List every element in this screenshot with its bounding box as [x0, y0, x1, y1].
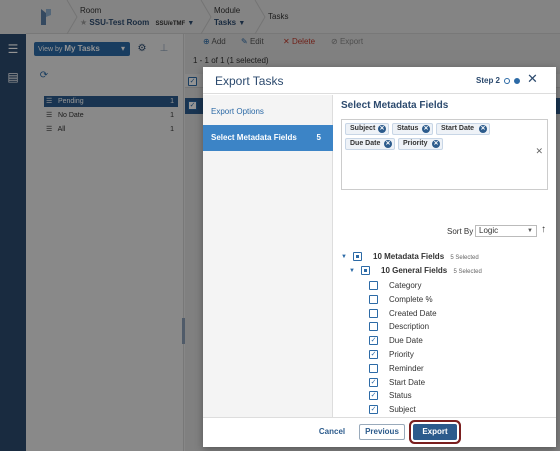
export-button[interactable]: Export [413, 424, 457, 440]
field-checkbox[interactable]: ✓ [369, 336, 378, 346]
field-label: Priority [389, 350, 414, 359]
clear-all-icon[interactable]: ✕ [535, 146, 543, 157]
field-label: Subject [389, 405, 416, 415]
tree-group-count: 5 Selected [453, 269, 482, 275]
field-checkbox[interactable]: ✓ [369, 391, 378, 401]
dialog-title: Export Tasks [215, 74, 284, 88]
selected-fields-box[interactable]: Subject ✕ Status ✕ Start Date ✕ Due Date… [341, 119, 548, 190]
previous-button[interactable]: Previous [359, 424, 405, 440]
sort-by-value: Logic [479, 226, 499, 235]
field-label: Reminder [389, 363, 424, 373]
field-checkbox[interactable] [369, 322, 378, 332]
section-title: Select Metadata Fields [341, 100, 449, 111]
remove-chip-icon[interactable]: ✕ [479, 125, 487, 133]
dialog-header: Export Tasks Step 2 ✕ [203, 67, 556, 94]
chip-label: Subject [350, 125, 376, 132]
field-label: Complete % [389, 294, 433, 304]
collapse-caret-icon[interactable]: ▼ [349, 267, 357, 275]
tree-root-label: 10 Metadata Fields [373, 252, 445, 261]
sort-by-select[interactable]: Logic ▼ [475, 225, 537, 237]
field-row[interactable]: ✓ Due Date [369, 335, 509, 347]
chip-start-date: Start Date ✕ [436, 123, 490, 135]
step-1-dot [504, 78, 510, 84]
field-checkbox[interactable]: ✓ [369, 350, 378, 359]
field-checkbox[interactable]: ✓ [369, 405, 378, 415]
tree-group-label: 10 General Fields [381, 266, 448, 275]
sort-direction-icon[interactable]: ↑ [541, 224, 546, 235]
tree-root-count: 5 Selected [450, 255, 479, 261]
field-label: Status [389, 391, 412, 401]
nav-label: Export Options [211, 107, 264, 116]
tree-group: 10 General Fields 5 Selected [381, 266, 482, 275]
chip-label: Status [397, 125, 419, 132]
dialog-body: Select Metadata Fields Subject ✕ Status … [333, 95, 556, 417]
nav-export-options[interactable]: Export Options [203, 99, 333, 125]
root-partial-checkbox[interactable] [353, 252, 362, 261]
field-checkbox[interactable] [369, 308, 378, 318]
remove-chip-icon[interactable]: ✕ [384, 140, 392, 148]
field-label: Category [389, 281, 422, 290]
field-row[interactable]: Created Date [369, 308, 509, 320]
field-label: Due Date [389, 336, 423, 346]
chip-subject: Subject ✕ [345, 123, 389, 135]
step-2-dot [514, 78, 520, 84]
field-checkbox[interactable] [369, 281, 378, 290]
sort-by-label: Sort By [447, 227, 474, 236]
field-row[interactable]: ✓ Priority [369, 349, 509, 361]
wizard-nav: Export Options Select Metadata Fields 5 [203, 95, 333, 417]
tree-root: 10 Metadata Fields 5 Selected [373, 252, 479, 261]
collapse-caret-icon[interactable]: ▼ [341, 253, 349, 261]
chip-status: Status ✕ [392, 123, 433, 135]
chip-label: Priority [403, 140, 428, 147]
nav-label: Select Metadata Fields [211, 133, 297, 142]
field-row[interactable]: Reminder [369, 363, 509, 375]
nav-count: 5 [316, 133, 321, 142]
field-label: Description [389, 322, 430, 332]
field-label: Start Date [389, 377, 426, 387]
chip-label: Start Date [441, 125, 475, 132]
remove-chip-icon[interactable]: ✕ [422, 125, 430, 133]
field-checkbox[interactable] [369, 294, 378, 304]
field-checkbox[interactable] [369, 363, 378, 373]
chip-label: Due Date [350, 140, 381, 147]
field-checkbox[interactable]: ✓ [369, 377, 378, 387]
remove-chip-icon[interactable]: ✕ [378, 125, 386, 133]
chip-due-date: Due Date ✕ [345, 138, 395, 150]
field-row[interactable]: ✓ Start Date [369, 377, 509, 389]
nav-select-metadata-fields[interactable]: Select Metadata Fields 5 [203, 125, 333, 151]
group-partial-checkbox[interactable] [361, 266, 370, 275]
field-row[interactable]: ✓ Status [369, 390, 509, 402]
field-row[interactable]: Category [369, 280, 509, 292]
remove-chip-icon[interactable]: ✕ [432, 140, 440, 148]
close-icon[interactable]: ✕ [527, 72, 538, 86]
field-row[interactable]: Description [369, 321, 509, 333]
field-row[interactable]: ✓ Subject [369, 404, 509, 416]
chevron-down-icon: ▼ [527, 228, 533, 234]
cancel-button[interactable]: Cancel [311, 424, 353, 440]
export-tasks-dialog: Export Tasks Step 2 ✕ Export Options Sel… [203, 67, 556, 447]
field-row[interactable]: Complete % [369, 294, 509, 306]
chip-priority: Priority ✕ [398, 138, 443, 150]
dialog-footer: Cancel Previous Export [203, 417, 556, 447]
field-label: Created Date [389, 308, 437, 318]
step-indicator: Step 2 [476, 76, 501, 85]
